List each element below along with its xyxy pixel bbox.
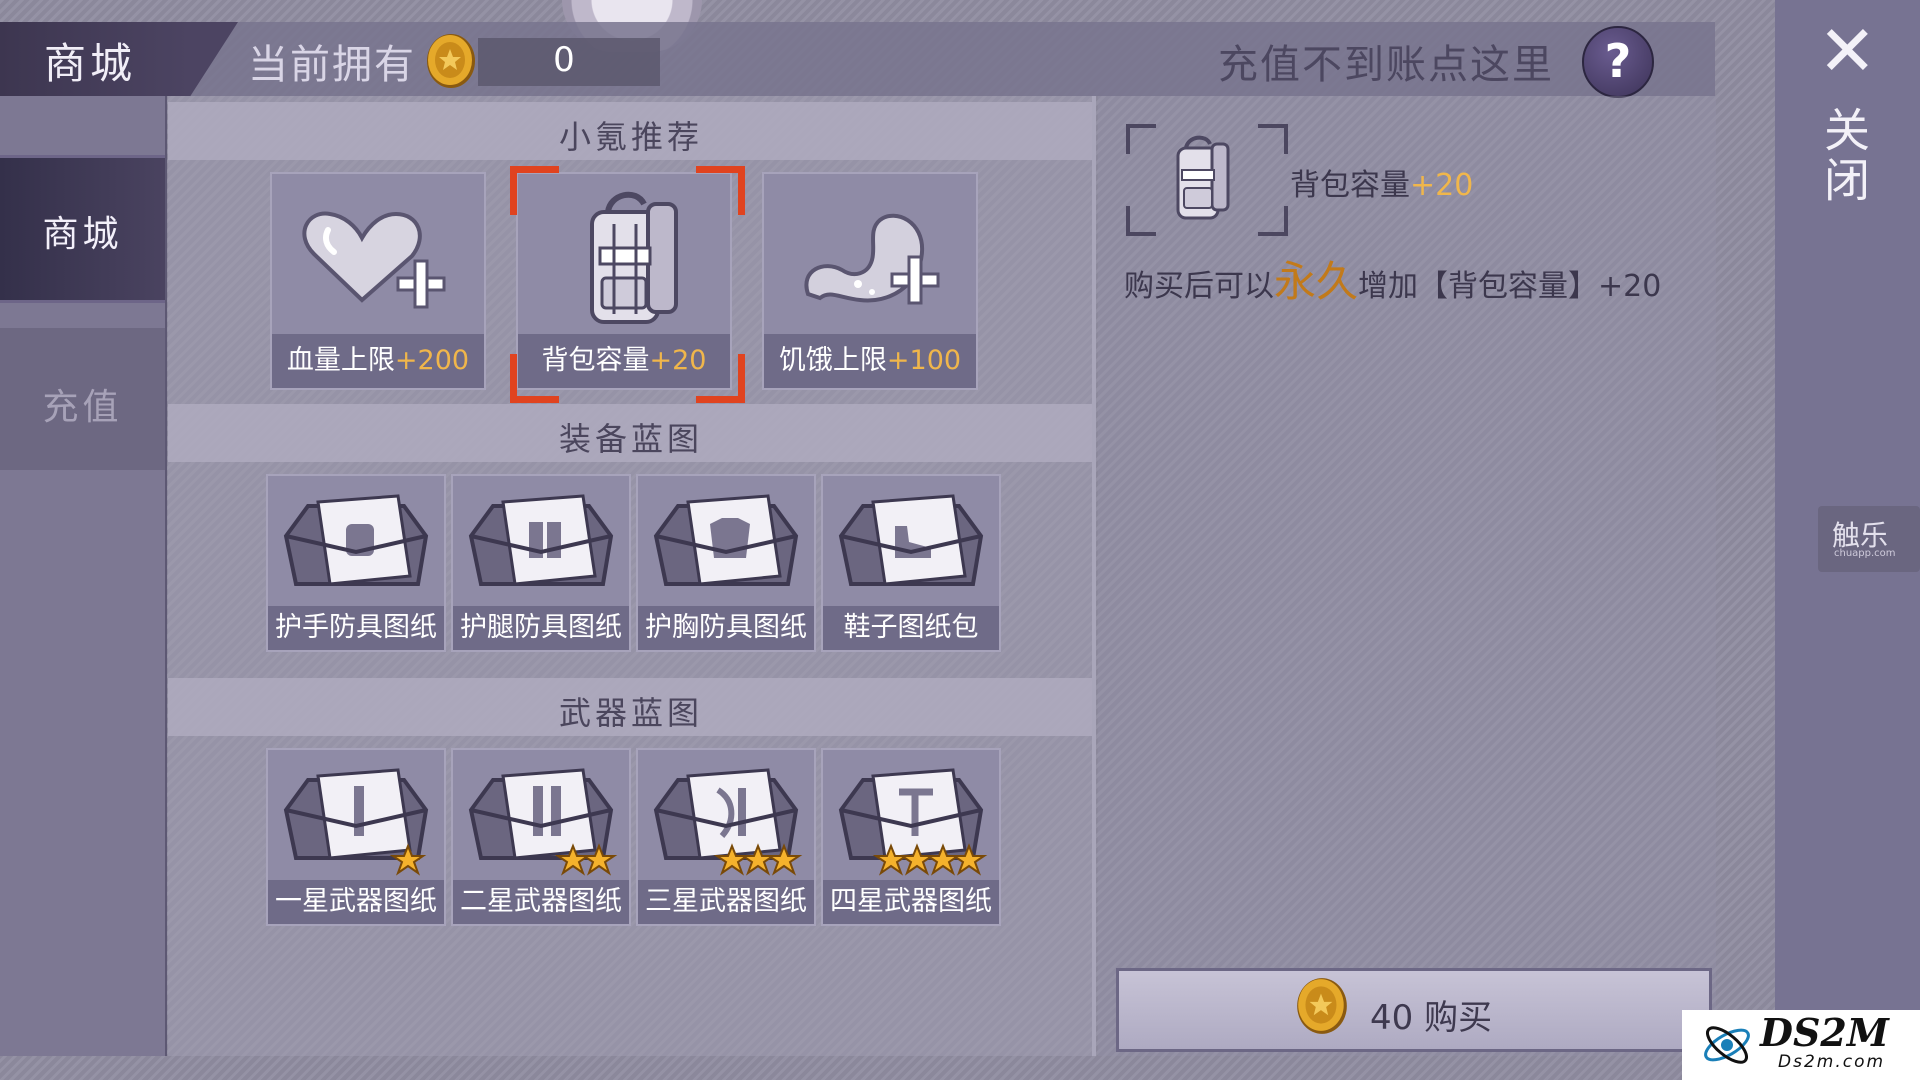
blueprint-toolbox-icon (838, 768, 988, 876)
item-detail-panel (1098, 96, 1716, 1056)
shop-item-chest-blueprint[interactable]: 护胸防具图纸 (636, 474, 816, 652)
frame-corner (1258, 206, 1288, 236)
frame-corner (1126, 206, 1156, 236)
blueprint-toolbox-icon (838, 494, 984, 586)
shop-item-shoe-blueprint[interactable]: 鞋子图纸包 (821, 474, 1001, 652)
shop-item-glove-blueprint[interactable]: 护手防具图纸 (266, 474, 446, 652)
selection-corner (510, 166, 559, 215)
blueprint-toolbox-icon (283, 768, 429, 876)
frame-corner (1126, 124, 1156, 154)
shop-item-4star-weapon-blueprint[interactable]: 四星武器图纸 (821, 748, 1001, 926)
selection-corner (510, 354, 559, 403)
gold-coin-icon (1297, 978, 1347, 1034)
blueprint-toolbox-icon (653, 494, 799, 586)
help-button[interactable]: ? (1582, 26, 1654, 98)
item-label: 四星武器图纸 (823, 880, 999, 924)
item-label: 二星武器图纸 (453, 880, 629, 924)
item-label: 三星武器图纸 (638, 880, 814, 924)
currency-owned-label: 当前拥有 (248, 42, 416, 88)
shop-item-hp-max[interactable]: 血量上限+200 (270, 172, 486, 390)
panel-divider (1092, 96, 1096, 1056)
section-title-equipment: 装备蓝图 (558, 420, 703, 458)
frame-corner (1258, 124, 1288, 154)
item-label: 鞋子图纸包 (823, 606, 999, 650)
detail-item-name: 背包容量+20 (1290, 168, 1474, 203)
item-label: 血量上限+200 (272, 334, 484, 388)
item-label: 护胸防具图纸 (638, 606, 814, 650)
shop-item-2star-weapon-blueprint[interactable]: 二星武器图纸 (451, 748, 631, 926)
blueprint-toolbox-icon (283, 494, 429, 586)
close-icon[interactable]: ✕ (1818, 16, 1877, 86)
shop-item-3star-weapon-blueprint[interactable]: 三星武器图纸 (636, 748, 816, 926)
heart-plus-icon (302, 211, 446, 309)
shop-item-1star-weapon-blueprint[interactable]: 一星武器图纸 (266, 748, 446, 926)
blueprint-toolbox-icon (468, 494, 614, 586)
backpack-icon (1176, 135, 1230, 220)
shop-item-leg-blueprint[interactable]: 护腿防具图纸 (451, 474, 631, 652)
item-label: 护腿防具图纸 (453, 606, 629, 650)
selection-corner (696, 354, 745, 403)
shop-item-hunger-max[interactable]: 饥饿上限+100 (762, 172, 978, 390)
chule-watermark-url: chuapp.com (1834, 548, 1896, 559)
recharge-help-link[interactable]: 充值不到账点这里 (1218, 32, 1554, 90)
gold-coin-icon (427, 34, 475, 88)
section-title-weapon: 武器蓝图 (558, 694, 703, 732)
detail-item-description: 购买后可以永久增加【背包容量】+20 (1124, 257, 1662, 306)
blueprint-toolbox-icon (468, 768, 618, 876)
buy-button-label: 40 购买 (1370, 998, 1493, 1038)
close-button-label[interactable]: 关闭 (1817, 106, 1871, 206)
currency-amount: 0 (553, 40, 575, 80)
item-label: 饥饿上限+100 (764, 334, 976, 388)
page-title: 商城 (44, 39, 137, 88)
blueprint-toolbox-icon (653, 768, 803, 876)
ds2m-watermark-url: Ds2m.com (1778, 1052, 1886, 1072)
selection-corner (696, 166, 745, 215)
nav-tab-shop-label: 商城 (42, 214, 123, 255)
ds2m-logo-icon (1704, 1026, 1750, 1064)
item-label: 一星武器图纸 (268, 880, 444, 924)
stomach-plus-icon (804, 213, 940, 305)
section-title-recommended: 小氪推荐 (558, 118, 703, 156)
nav-tab-recharge-label: 充值 (42, 387, 123, 428)
ds2m-watermark-text: DS2M (1760, 1010, 1889, 1055)
item-label: 护手防具图纸 (268, 606, 444, 650)
